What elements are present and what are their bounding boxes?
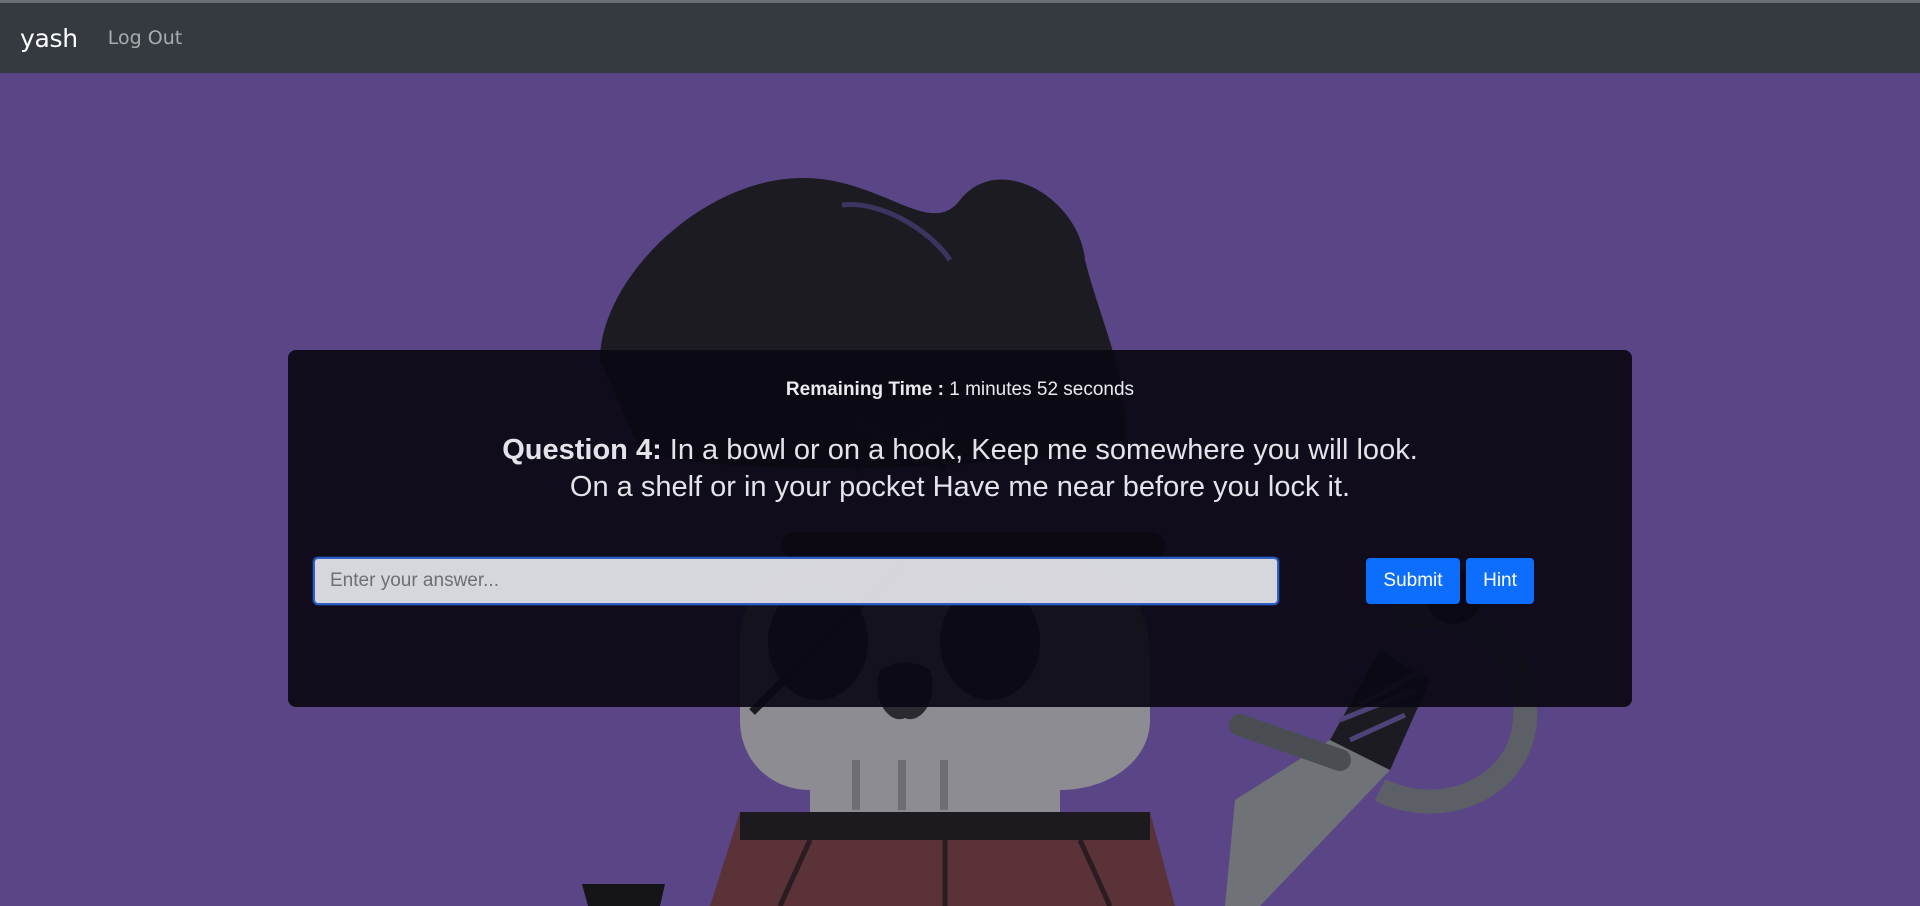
timer-value: 1 minutes 52 seconds — [949, 379, 1135, 400]
question-line-1: In a bowl or on a hook, Keep me somewher… — [669, 434, 1418, 466]
hero-background: Remaining Time : 1 minutes 52 seconds Qu… — [0, 73, 1920, 906]
question-text: Question 4: In a bowl or on a hook, Keep… — [288, 432, 1632, 506]
question-number: Question 4: — [502, 434, 662, 466]
submit-button[interactable]: Submit — [1366, 558, 1460, 604]
remaining-time: Remaining Time : 1 minutes 52 seconds — [288, 379, 1632, 401]
question-card: Remaining Time : 1 minutes 52 seconds Qu… — [288, 350, 1632, 707]
logout-link[interactable]: Log Out — [108, 27, 182, 49]
navbar: yash Log Out — [0, 3, 1920, 73]
timer-label: Remaining Time : — [785, 379, 944, 400]
hint-button[interactable]: Hint — [1466, 558, 1534, 604]
question-line-2: On a shelf or in your pocket Have me nea… — [569, 471, 1351, 503]
answer-input[interactable] — [313, 557, 1279, 605]
brand-username[interactable]: yash — [20, 24, 78, 53]
